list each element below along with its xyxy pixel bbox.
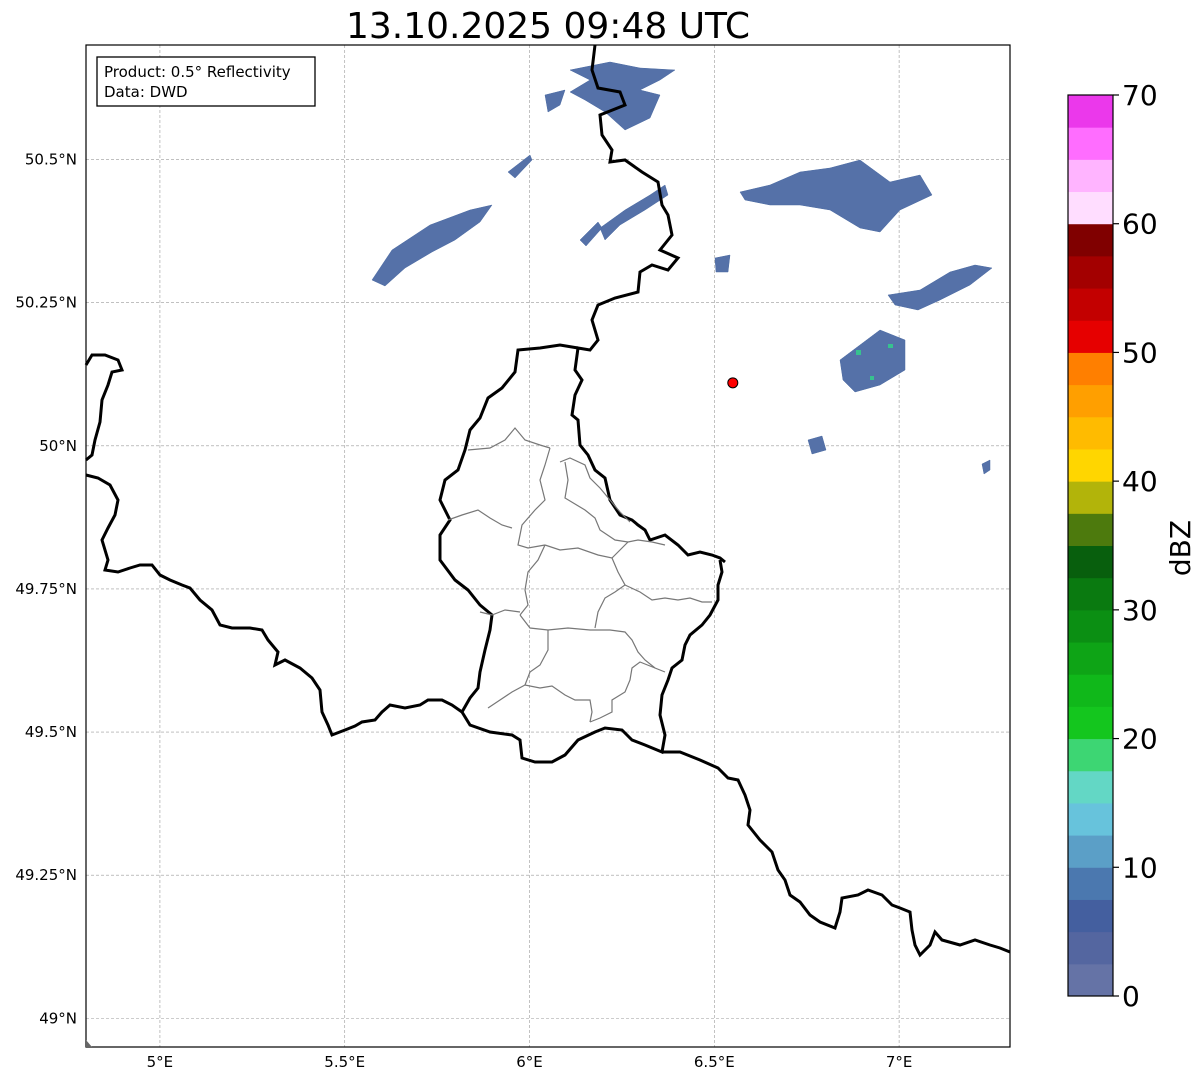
echo-cell-green-3 bbox=[888, 344, 893, 348]
lon-tick-label: 6.5°E bbox=[694, 1053, 735, 1071]
colorbar-tick-label: 50 bbox=[1122, 336, 1158, 369]
info-box: Product: 0.5° Reflectivity Data: DWD bbox=[96, 56, 316, 107]
colorbar-segment bbox=[1068, 448, 1113, 482]
lat-tick-label: 49.5°N bbox=[25, 723, 77, 741]
colorbar-tick-label: 20 bbox=[1122, 723, 1158, 756]
colorbar-segments bbox=[1068, 95, 1113, 997]
map-title: 13.10.2025 09:48 UTC bbox=[346, 6, 750, 47]
colorbar-segment bbox=[1068, 674, 1113, 707]
lat-tick-label: 49.25°N bbox=[15, 866, 77, 884]
colorbar-segment bbox=[1068, 577, 1113, 611]
colorbar-segment bbox=[1068, 481, 1113, 514]
lat-tick-label: 50.5°N bbox=[25, 151, 77, 169]
colorbar-segment bbox=[1068, 802, 1113, 836]
colorbar-tick-label: 40 bbox=[1122, 465, 1158, 498]
map-panel: Product: 0.5° Reflectivity Data: DWD bbox=[84, 44, 1011, 1048]
colorbar-segment bbox=[1068, 223, 1113, 257]
colorbar-segment bbox=[1068, 255, 1113, 289]
colorbar: 0 10 20 30 40 50 60 70 dBZ bbox=[1067, 79, 1197, 1013]
colorbar-segment bbox=[1068, 899, 1113, 933]
colorbar-ticks: 0 10 20 30 40 50 60 70 bbox=[1113, 79, 1158, 1013]
colorbar-segment bbox=[1068, 706, 1113, 740]
colorbar-tick-label: 30 bbox=[1122, 594, 1158, 627]
colorbar-segment bbox=[1068, 867, 1113, 900]
colorbar-segment bbox=[1068, 159, 1113, 193]
longitude-tick-labels: 5°E 5.5°E 6°E 6.5°E 7°E bbox=[147, 1053, 913, 1071]
colorbar-tick-label: 10 bbox=[1122, 851, 1158, 884]
lat-tick-label: 50°N bbox=[39, 437, 77, 455]
info-box-product: Product: 0.5° Reflectivity bbox=[104, 63, 291, 81]
colorbar-segment bbox=[1068, 835, 1113, 868]
lon-tick-label: 5°E bbox=[147, 1053, 174, 1071]
latitude-tick-labels: 50.5°N 50.25°N 50°N 49.75°N 49.5°N 49.25°N 49°… bbox=[15, 151, 77, 1028]
echo-cell-green-1 bbox=[856, 350, 861, 355]
colorbar-segment bbox=[1068, 416, 1113, 450]
radar-map-figure: 13.10.2025 09:48 UTC Product: 0.5° Refle… bbox=[15, 6, 1197, 1071]
colorbar-segment bbox=[1068, 384, 1113, 418]
echo-cell-green-2 bbox=[870, 376, 874, 380]
colorbar-segment bbox=[1068, 95, 1113, 128]
lon-tick-label: 6°E bbox=[516, 1053, 543, 1071]
colorbar-segment bbox=[1068, 545, 1113, 579]
colorbar-tick-label: 70 bbox=[1122, 79, 1158, 112]
colorbar-segment bbox=[1068, 963, 1113, 997]
lon-tick-label: 5.5°E bbox=[324, 1053, 365, 1071]
echo-field-northeast-2 bbox=[714, 254, 731, 273]
lon-tick-label: 7°E bbox=[886, 1053, 913, 1071]
colorbar-segment bbox=[1068, 513, 1113, 546]
colorbar-segment bbox=[1068, 642, 1113, 675]
colorbar-segment bbox=[1068, 288, 1113, 321]
colorbar-segment bbox=[1068, 191, 1113, 225]
info-box-data-source: Data: DWD bbox=[104, 83, 188, 101]
radar-site-marker bbox=[727, 377, 739, 389]
lat-tick-label: 49.75°N bbox=[15, 580, 77, 598]
lat-tick-label: 49°N bbox=[39, 1009, 77, 1027]
lat-tick-label: 50.25°N bbox=[15, 294, 77, 312]
colorbar-segment bbox=[1068, 931, 1113, 965]
colorbar-segment bbox=[1068, 127, 1113, 160]
colorbar-segment bbox=[1068, 609, 1113, 643]
colorbar-tick-label: 60 bbox=[1122, 208, 1158, 241]
colorbar-label: dBZ bbox=[1164, 520, 1197, 576]
colorbar-segment bbox=[1068, 770, 1113, 804]
colorbar-segment bbox=[1068, 320, 1113, 353]
colorbar-segment bbox=[1068, 352, 1113, 386]
colorbar-segment bbox=[1068, 738, 1113, 772]
colorbar-tick-label: 0 bbox=[1122, 980, 1140, 1013]
